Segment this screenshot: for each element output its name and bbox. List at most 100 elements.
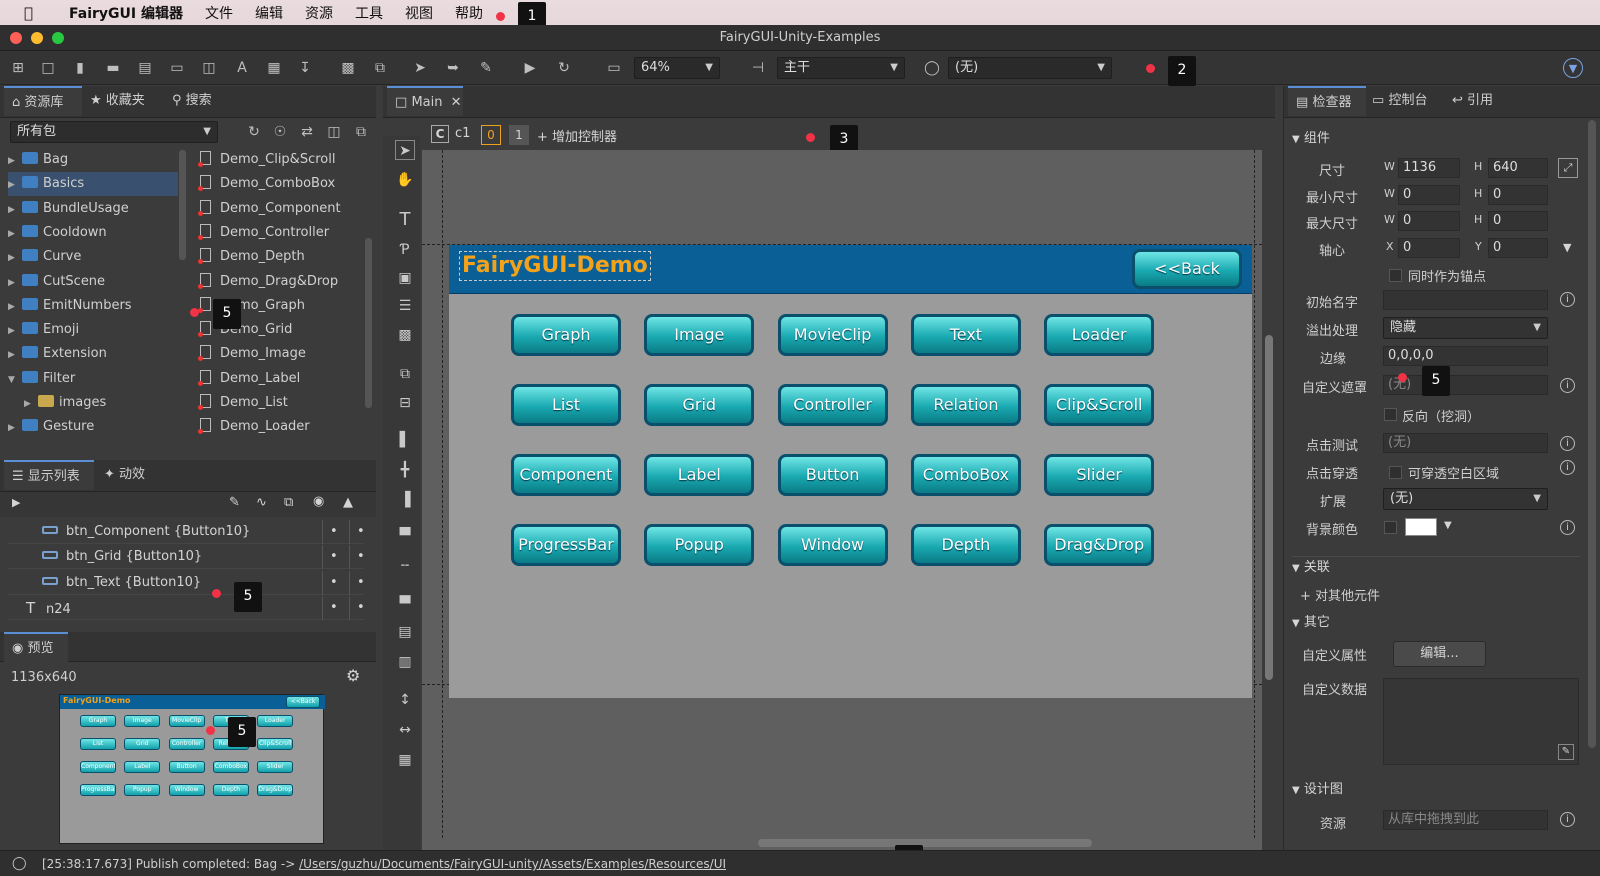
stage-scrollbar-h[interactable] bbox=[758, 839, 1092, 847]
stage-scrollbar-v[interactable] bbox=[1265, 335, 1273, 680]
chevron-right-icon[interactable]: ▶ bbox=[24, 392, 38, 416]
new-movieclip-icon[interactable]: ▦ bbox=[264, 58, 284, 78]
demo-button[interactable]: ProgressBar bbox=[511, 524, 621, 566]
file-item[interactable]: Demo_Component bbox=[198, 197, 341, 221]
tab-transitions[interactable]: ✦ 动效 bbox=[104, 460, 164, 490]
publish-settings-icon[interactable]: ✎ bbox=[476, 58, 496, 78]
section-relation[interactable]: ▼ 关联 bbox=[1292, 556, 1330, 575]
demo-button[interactable]: Image bbox=[644, 314, 755, 356]
visible-toggle[interactable]: • bbox=[322, 595, 338, 620]
text-tool-icon[interactable]: T bbox=[395, 210, 415, 230]
pivot-x-field[interactable]: 0 bbox=[1398, 238, 1460, 258]
new-progressbar-icon[interactable]: ▭ bbox=[167, 58, 187, 78]
gear-icon[interactable]: ⚙ bbox=[346, 666, 360, 685]
demo-button[interactable]: Graph bbox=[511, 314, 621, 356]
rich-text-tool-icon[interactable]: Ƥ bbox=[395, 240, 415, 260]
reverse-mask-checkbox[interactable] bbox=[1384, 408, 1397, 421]
display-list-item[interactable]: Tn24 • • bbox=[8, 595, 365, 620]
tree-item-package[interactable]: ▶ Extension bbox=[8, 342, 178, 366]
init-name-field[interactable] bbox=[1383, 290, 1548, 310]
lock-toggle[interactable]: • bbox=[349, 570, 365, 595]
back-button[interactable]: <<Back bbox=[1132, 249, 1242, 289]
list-tool-icon[interactable]: ☰ bbox=[395, 296, 415, 316]
expand-edit-icon[interactable]: ✎ bbox=[1558, 744, 1574, 760]
tree-item-package[interactable]: ▶ images bbox=[24, 391, 194, 415]
menu-edit[interactable]: 编辑 bbox=[255, 3, 283, 23]
import-icon[interactable]: ↧ bbox=[295, 58, 315, 78]
loader-tool-icon[interactable]: ▩ bbox=[395, 325, 415, 345]
monitor-icon[interactable]: ▭ bbox=[604, 58, 624, 78]
tree-item-package[interactable]: ▶ Curve bbox=[8, 245, 178, 269]
demo-button[interactable]: Controller bbox=[777, 384, 888, 426]
demo-button[interactable]: Grid bbox=[644, 384, 755, 426]
refresh-icon[interactable]: ↻ bbox=[244, 122, 264, 142]
tab-preview[interactable]: ◉ 预览 bbox=[4, 632, 68, 662]
language-select[interactable]: (无) ▼ bbox=[948, 57, 1112, 79]
stage-title[interactable]: FairyGUI-Demo bbox=[459, 251, 651, 281]
align-left-icon[interactable]: ▌ bbox=[395, 430, 415, 450]
chevron-right-icon[interactable]: ▶ bbox=[8, 295, 22, 319]
file-item[interactable]: Demo_Clip&Scroll bbox=[198, 148, 335, 172]
visible-toggle[interactable]: • bbox=[322, 570, 338, 595]
demo-button[interactable]: ComboBox bbox=[910, 454, 1021, 496]
lock-toggle[interactable]: • bbox=[349, 595, 365, 620]
tab-search[interactable]: ⚲ 搜索 bbox=[172, 86, 232, 116]
chevron-right-icon[interactable]: ▶ bbox=[8, 173, 22, 197]
display-list-item[interactable]: btn_Component {Button10} • • bbox=[8, 520, 365, 544]
demo-button[interactable]: Text bbox=[910, 314, 1021, 356]
close-window-button[interactable] bbox=[10, 32, 22, 44]
menu-tools[interactable]: 工具 bbox=[355, 3, 383, 23]
status-path-link[interactable]: /Users/guzhu/Documents/FairyGUI-unity/As… bbox=[299, 857, 726, 871]
tree-item-package[interactable]: ▶ Cooldown bbox=[8, 221, 178, 245]
controller-page-1[interactable]: 1 bbox=[509, 125, 529, 145]
display-list-item[interactable]: btn_Text {Button10} • • bbox=[8, 570, 365, 595]
file-item[interactable]: Demo_ComboBox bbox=[198, 172, 335, 196]
copy-icon[interactable]: ⧉ bbox=[284, 495, 293, 510]
demo-button[interactable]: Component bbox=[511, 454, 621, 496]
branch-icon[interactable]: ⊣ bbox=[748, 58, 768, 78]
extend-select[interactable]: (无) ▼ bbox=[1383, 488, 1548, 510]
tab-display-list[interactable]: ☰ 显示列表 bbox=[4, 460, 94, 490]
tab-references[interactable]: ↩ 引用 bbox=[1452, 86, 1512, 116]
split-view-icon[interactable]: ◫ bbox=[324, 122, 344, 142]
file-item[interactable]: Demo_Label bbox=[198, 367, 300, 391]
demo-button[interactable]: Popup bbox=[644, 524, 755, 566]
chevron-right-icon[interactable]: ▶ bbox=[8, 271, 22, 295]
as-anchor-checkbox[interactable] bbox=[1389, 269, 1402, 282]
lock-icon[interactable]: ▲ bbox=[343, 495, 353, 510]
visible-toggle[interactable]: • bbox=[322, 520, 338, 544]
section-design[interactable]: ▼ 设计图 bbox=[1292, 778, 1343, 797]
apple-icon[interactable]:  bbox=[24, 4, 33, 22]
resource-field[interactable]: 从库中拖拽到此 bbox=[1383, 810, 1548, 830]
grid-layout-icon[interactable]: ▦ bbox=[395, 750, 415, 770]
menu-help[interactable]: 帮助 bbox=[455, 3, 483, 23]
tree-item-package[interactable]: ▶ EmitNumbers bbox=[8, 294, 178, 318]
demo-button[interactable]: Relation bbox=[910, 384, 1021, 426]
tree-item-package[interactable]: ▶ CutScene bbox=[8, 270, 178, 294]
group-tool-icon[interactable]: ⧉ bbox=[395, 364, 415, 384]
same-height-icon[interactable]: ↕ bbox=[395, 690, 415, 710]
edit-properties-button[interactable]: 编辑... bbox=[1393, 641, 1486, 667]
hittest-field[interactable]: (无) bbox=[1383, 433, 1548, 453]
tree-item-package[interactable]: ▶ Emoji bbox=[8, 318, 178, 342]
file-item[interactable]: Demo_Depth bbox=[198, 245, 305, 269]
tab-console[interactable]: ▭ 控制台 bbox=[1372, 86, 1450, 116]
chevron-down-icon[interactable]: ▼ bbox=[8, 368, 22, 392]
save-icon[interactable]: ▩ bbox=[338, 58, 358, 78]
close-icon[interactable]: ✕ bbox=[451, 95, 462, 110]
publish-icon[interactable]: ➤ bbox=[410, 58, 430, 78]
new-component-icon[interactable]: □ bbox=[38, 58, 58, 78]
menu-resource[interactable]: 资源 bbox=[305, 3, 333, 23]
demo-button[interactable]: List bbox=[511, 384, 621, 426]
language-icon[interactable]: ◯ bbox=[922, 58, 942, 78]
minimize-window-button[interactable] bbox=[31, 32, 43, 44]
info-icon[interactable]: i bbox=[1560, 436, 1575, 451]
same-width-icon[interactable]: ↔ bbox=[395, 720, 415, 740]
chevron-right-icon[interactable]: ▶ bbox=[8, 222, 22, 246]
chevron-right-icon[interactable]: ▶ bbox=[8, 149, 22, 173]
hand-tool-icon[interactable]: ✋ bbox=[395, 170, 415, 190]
eye-icon[interactable]: ◉ bbox=[313, 494, 324, 509]
collapse-icon[interactable]: ⧉ bbox=[351, 122, 371, 142]
locate-icon[interactable]: ☉ bbox=[270, 122, 290, 142]
tab-library[interactable]: ⌂ 资源库 bbox=[4, 86, 82, 116]
